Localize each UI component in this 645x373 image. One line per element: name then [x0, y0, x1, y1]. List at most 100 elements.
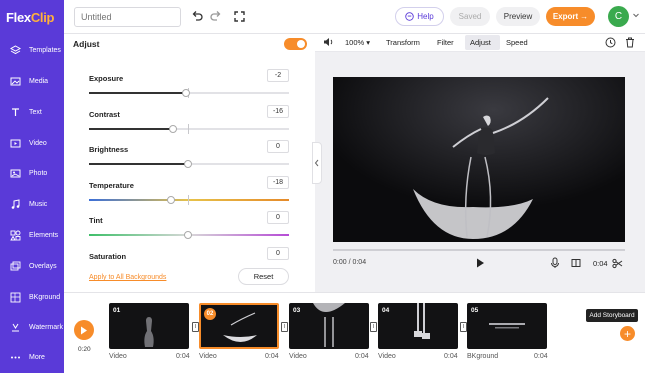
text-icon — [9, 106, 21, 118]
avatar[interactable]: C — [608, 6, 629, 27]
sidebar-label: Elements — [29, 231, 59, 239]
slider-center-mark — [188, 195, 189, 205]
sidebar-label: Photo — [29, 169, 48, 177]
undo-icon[interactable] — [190, 9, 204, 23]
slider-fill — [89, 92, 186, 94]
tab-adjust[interactable]: Adjust — [465, 35, 500, 50]
split-screen-icon[interactable] — [570, 257, 582, 269]
video-progress-bar[interactable] — [333, 249, 625, 251]
transition-icon[interactable]: I — [192, 322, 199, 332]
zoom-select[interactable]: 100% ▾ — [345, 38, 370, 47]
transition-icon[interactable]: I — [460, 322, 467, 332]
adjust-toggle[interactable] — [284, 38, 307, 50]
storyboard-clip-02[interactable]: 02 — [199, 303, 279, 349]
play-icon — [81, 326, 87, 334]
add-storyboard-tooltip: Add Storyboard — [586, 309, 638, 322]
clock-icon[interactable] — [605, 37, 616, 50]
sidebar-item-more[interactable]: More — [0, 345, 64, 369]
adjust-label: Brightness — [89, 145, 129, 154]
timeline-time: 0:20 — [78, 346, 91, 353]
redo-icon[interactable] — [209, 9, 223, 23]
collapse-panel-handle[interactable] — [312, 142, 322, 184]
storyboard-clip-03[interactable]: 03 — [289, 303, 369, 349]
adjust-value-input[interactable]: -16 — [267, 105, 289, 118]
play-icon[interactable] — [474, 257, 486, 269]
sidebar-item-photo[interactable]: Photo — [0, 161, 64, 185]
volume-icon[interactable] — [323, 37, 334, 49]
storyboard-clip-05[interactable]: 05 — [467, 303, 547, 349]
export-button[interactable]: Export → — [546, 7, 595, 26]
project-title-input[interactable] — [74, 7, 181, 27]
saved-button: Saved — [450, 7, 490, 26]
sidebar-item-text[interactable]: Text — [0, 100, 64, 124]
slider-knob[interactable] — [182, 89, 190, 97]
temperature-slider[interactable] — [89, 195, 289, 205]
media-icon — [9, 75, 21, 87]
sidebar-item-video[interactable]: Video — [0, 131, 64, 155]
sidebar-item-media[interactable]: Media — [0, 69, 64, 93]
storyboard-clip-04[interactable]: 04 — [378, 303, 458, 349]
top-bar: FlexClip Help Saved Preview Export → C — [0, 0, 645, 34]
elements-icon — [9, 229, 21, 241]
sidebar-label: Overlays — [29, 262, 57, 270]
tint-slider[interactable] — [89, 231, 289, 239]
slider-knob[interactable] — [184, 231, 192, 239]
adjust-label: Temperature — [89, 181, 134, 190]
more-icon — [9, 351, 21, 363]
scissors-icon[interactable] — [611, 257, 623, 269]
adjust-label: Saturation — [89, 252, 127, 261]
tab-adjust-label: Adjust — [470, 38, 491, 47]
sidebar-label: Templates — [29, 46, 61, 54]
chevron-down-icon[interactable] — [632, 11, 640, 19]
sidebar-item-watermark[interactable]: Watermark — [0, 315, 64, 339]
slider-center-mark — [188, 124, 189, 134]
sidebar-item-templates[interactable]: Templates — [0, 38, 64, 62]
logo-clip-text: Clip — [30, 9, 55, 25]
app-logo[interactable]: FlexClip — [6, 10, 54, 25]
video-preview[interactable] — [333, 77, 625, 242]
adjust-panel: Adjust Exposure -2 Contrast -16 Brightne… — [64, 34, 314, 292]
help-button[interactable]: Help — [395, 7, 444, 26]
adjust-row-brightness: Brightness 0 — [89, 140, 289, 175]
sidebar-label: Watermark — [29, 323, 63, 331]
add-storyboard-button[interactable]: + — [620, 326, 635, 341]
contrast-slider[interactable] — [89, 124, 289, 134]
storyboard-clip-01[interactable]: 01 — [109, 303, 189, 349]
adjust-value-input[interactable]: 0 — [267, 140, 289, 153]
transition-icon[interactable]: I — [281, 322, 288, 332]
sidebar-item-bkground[interactable]: BKground — [0, 285, 64, 309]
brightness-slider[interactable] — [89, 160, 289, 168]
adjust-row-exposure: Exposure -2 — [89, 69, 289, 104]
adjust-value-input[interactable]: -2 — [267, 69, 289, 82]
slider-knob[interactable] — [169, 125, 177, 133]
adjust-value-input[interactable]: -18 — [267, 176, 289, 189]
slider-knob[interactable] — [184, 160, 192, 168]
tab-filter[interactable]: Filter — [437, 38, 454, 47]
watermark-icon — [9, 321, 21, 333]
timeline-play-button[interactable] — [74, 320, 94, 340]
fullscreen-icon[interactable] — [232, 9, 246, 23]
sidebar-label: Text — [29, 108, 42, 116]
templates-icon — [9, 44, 21, 56]
reset-button[interactable]: Reset — [238, 268, 289, 285]
preview-button[interactable]: Preview — [496, 7, 540, 26]
slider-fill — [89, 128, 173, 130]
adjust-row-tint: Tint 0 — [89, 211, 289, 246]
adjust-label: Exposure — [89, 74, 124, 83]
slider-knob[interactable] — [167, 196, 175, 204]
sidebar-item-overlays[interactable]: Overlays — [0, 254, 64, 278]
exposure-slider[interactable] — [89, 88, 289, 98]
clip-duration: 0:04 — [444, 353, 458, 360]
adjust-label: Tint — [89, 216, 103, 225]
apply-to-all-backgrounds-link[interactable]: Apply to All Backgrounds — [89, 274, 166, 281]
trash-icon[interactable] — [625, 37, 635, 50]
sidebar-item-elements[interactable]: Elements — [0, 223, 64, 247]
tab-transform[interactable]: Transform — [386, 38, 420, 47]
microphone-icon[interactable] — [549, 257, 561, 269]
sidebar-item-music[interactable]: Music — [0, 192, 64, 216]
adjust-value-input[interactable]: 0 — [267, 211, 289, 224]
transition-icon[interactable]: I — [370, 322, 377, 332]
adjust-value-input[interactable]: 0 — [267, 247, 289, 260]
tab-speed[interactable]: Speed — [506, 38, 528, 47]
sidebar: Templates Media Text Video Photo Music E… — [0, 34, 64, 373]
